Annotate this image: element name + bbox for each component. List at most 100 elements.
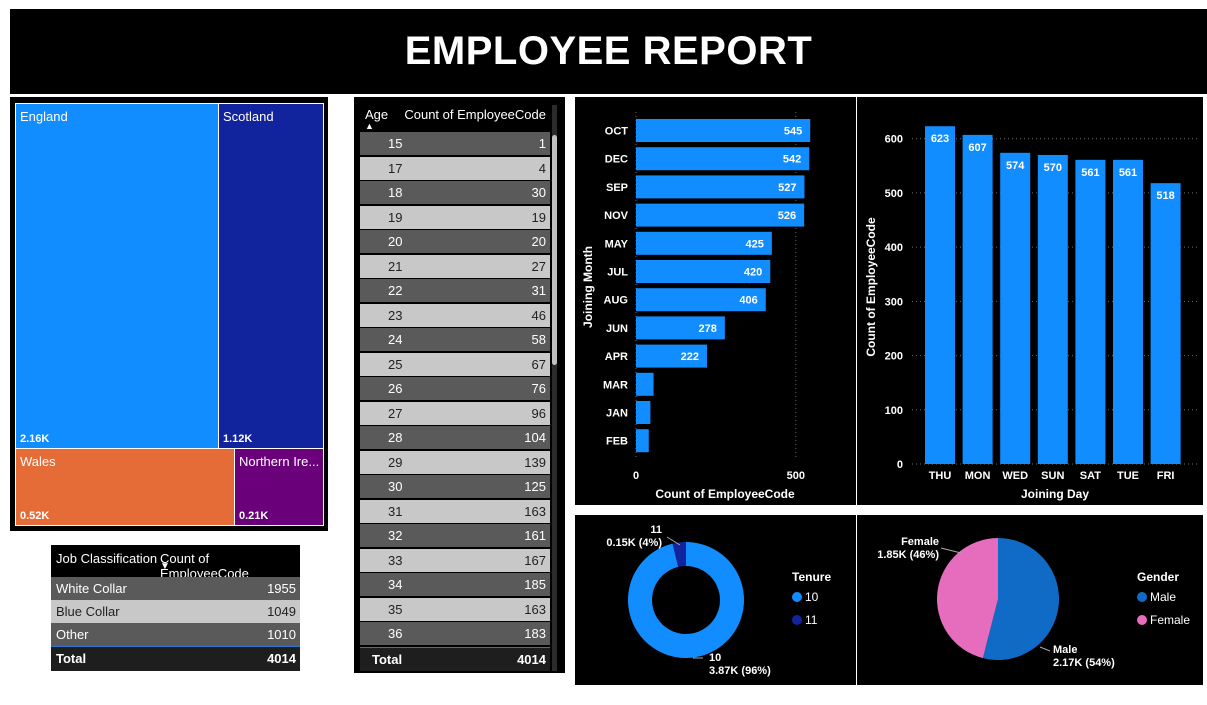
y-tick-label: MAY	[605, 238, 629, 250]
table-row[interactable]: 34 185	[360, 573, 550, 596]
table-row[interactable]: 26 76	[360, 377, 550, 400]
table-row[interactable]: 33 167	[360, 548, 550, 572]
scrollbar-thumb[interactable]	[552, 135, 557, 365]
table-row[interactable]: 25 67	[360, 352, 550, 376]
treemap-tile-value: 2.16K	[20, 433, 50, 445]
age-cell: 15	[388, 136, 403, 151]
table-row[interactable]: 22 31	[360, 279, 550, 302]
count-cell: 27	[531, 258, 546, 274]
slice-value-label: 0.15K (4%)	[606, 537, 662, 549]
count-cell: 30	[531, 185, 546, 200]
table-row[interactable]: 35 163	[360, 597, 550, 621]
table-row[interactable]: 29 139	[360, 450, 550, 474]
column-header-job-classification[interactable]: Job Classification	[56, 551, 157, 566]
region-treemap[interactable]: England 2.16K Scotland 1.12K Wales 0.52K…	[10, 97, 328, 531]
table-header: Job Classification Count of EmployeeCode…	[51, 545, 300, 581]
table-row[interactable]: 20 20	[360, 230, 550, 253]
gender-pie-chart[interactable]: Female1.85K (46%)Male2.17K (54%)GenderMa…	[857, 515, 1203, 685]
x-tick-label: WED	[1002, 470, 1028, 482]
age-cell: 28	[388, 430, 403, 445]
age-cell: 36	[388, 626, 403, 641]
x-axis-title: Count of EmployeeCode	[655, 487, 795, 501]
treemap-tile-northern-ireland[interactable]: Northern Ire... 0.21K	[234, 448, 324, 526]
table-row[interactable]: 23 46	[360, 303, 550, 327]
y-axis-title: Count of EmployeeCode	[864, 217, 878, 357]
treemap-tile-value: 0.52K	[20, 510, 50, 522]
bar-fri[interactable]	[1150, 183, 1181, 464]
tenure-donut-chart[interactable]: 110.15K (4%)103.87K (96%)Tenure1011	[575, 515, 856, 685]
slice-10[interactable]	[628, 542, 744, 658]
count-cell: 125	[524, 479, 546, 494]
scrollbar-track[interactable]	[552, 105, 557, 671]
treemap-tile-value: 0.21K	[239, 510, 269, 522]
title-bar: EMPLOYEE REPORT	[10, 9, 1207, 94]
table-row[interactable]: 36 183	[360, 622, 550, 645]
table-row[interactable]: 28 104	[360, 426, 550, 449]
age-cell: 19	[388, 209, 403, 225]
joining-month-bar-chart[interactable]: 0 500 OCT 545 DEC 542 SEP 527 NOV 526 MAY 425 JUL 420…	[575, 97, 856, 505]
joining-day-bar-chart[interactable]: 0 100 200 300 400 500 600 623 THU 607 MON 574 WED 570…	[857, 97, 1203, 505]
table-row[interactable]: 31 163	[360, 499, 550, 523]
treemap-tile-england[interactable]: England 2.16K	[15, 103, 219, 449]
bar-feb[interactable]	[636, 429, 649, 453]
y-tick-label: 400	[885, 242, 903, 254]
age-table-body[interactable]: 15 1 17 4 18 30 19 19 20 20 21 27 22 31 23 46 24 58 25 67 26…	[360, 132, 550, 648]
age-cell: 18	[388, 185, 403, 200]
table-row[interactable]: Other 1010	[51, 623, 300, 646]
bar-wed[interactable]	[1000, 152, 1031, 465]
tenure-chart-panel[interactable]: 11 0.15K (4%) 10 3.87K (96%) Tenure 10 11	[575, 515, 856, 685]
treemap-tile-wales[interactable]: Wales 0.52K	[15, 448, 235, 526]
table-row[interactable]: 27 96	[360, 401, 550, 425]
count-cell: 185	[524, 577, 546, 592]
age-table[interactable]: Age ▲ Count of EmployeeCode 15 1 17 4 18 30 19…	[354, 97, 565, 673]
count-cell: 163	[524, 601, 546, 617]
count-cell: 96	[531, 405, 546, 421]
age-cell: 30	[388, 479, 403, 494]
table-row[interactable]: 24 58	[360, 328, 550, 351]
y-tick-label: JAN	[606, 408, 628, 420]
data-label: 527	[778, 182, 796, 194]
table-row[interactable]: 30 125	[360, 475, 550, 498]
column-header-count[interactable]: Count of EmployeeCode	[404, 107, 546, 122]
count-cell: 183	[524, 626, 546, 641]
gender-chart-panel[interactable]: Female 1.85K (46%) Male 2.17K (54%) Gender Ma…	[857, 515, 1203, 685]
data-label: 278	[699, 323, 717, 335]
bar-sat[interactable]	[1075, 159, 1106, 464]
y-tick-label: JUL	[607, 267, 628, 279]
day-chart-panel[interactable]: 0 100 200 300 400 500 600 623 THU 607 MON 574 WED 570…	[857, 97, 1203, 505]
legend-item: 11	[805, 613, 818, 627]
row-label: Other	[56, 627, 89, 642]
y-tick-label: DEC	[605, 154, 628, 166]
table-row[interactable]: White Collar 1955	[51, 577, 300, 600]
row-label: Blue Collar	[56, 604, 120, 619]
bar-mar[interactable]	[636, 372, 654, 396]
table-row[interactable]: 19 19	[360, 205, 550, 229]
x-tick-label: 0	[633, 470, 639, 482]
legend-marker	[792, 592, 802, 602]
bar-thu[interactable]	[925, 126, 955, 464]
table-row[interactable]: 18 30	[360, 181, 550, 204]
bar-mon[interactable]	[962, 134, 993, 464]
data-label: 570	[1044, 162, 1062, 174]
slice-name-label: Male	[1053, 644, 1077, 656]
bar-jan[interactable]	[636, 401, 651, 424]
bar-tue[interactable]	[1113, 159, 1143, 464]
table-row[interactable]: 15 1	[360, 132, 550, 155]
bar-sun[interactable]	[1037, 154, 1068, 464]
x-tick-label: TUE	[1117, 470, 1139, 482]
row-value: 1049	[267, 604, 296, 619]
legend-title: Tenure	[792, 570, 831, 584]
age-cell: 20	[388, 234, 403, 249]
treemap-tile-scotland[interactable]: Scotland 1.12K	[218, 103, 324, 449]
count-cell: 139	[524, 454, 546, 470]
table-row[interactable]: 21 27	[360, 254, 550, 278]
table-row[interactable]: 17 4	[360, 156, 550, 180]
month-chart-panel[interactable]: 0 500 OCT 545 DEC 542 SEP 527 NOV 526 MAY 425 JUL 420…	[575, 97, 856, 505]
treemap-tile-label: Wales	[20, 454, 56, 469]
table-row[interactable]: Blue Collar 1049	[51, 600, 300, 623]
y-tick-label: 600	[885, 134, 903, 146]
job-classification-table[interactable]: Job Classification Count of EmployeeCode…	[51, 545, 300, 671]
age-cell: 35	[388, 601, 403, 617]
column-header-age[interactable]: Age	[365, 107, 388, 122]
table-row[interactable]: 32 161	[360, 524, 550, 547]
